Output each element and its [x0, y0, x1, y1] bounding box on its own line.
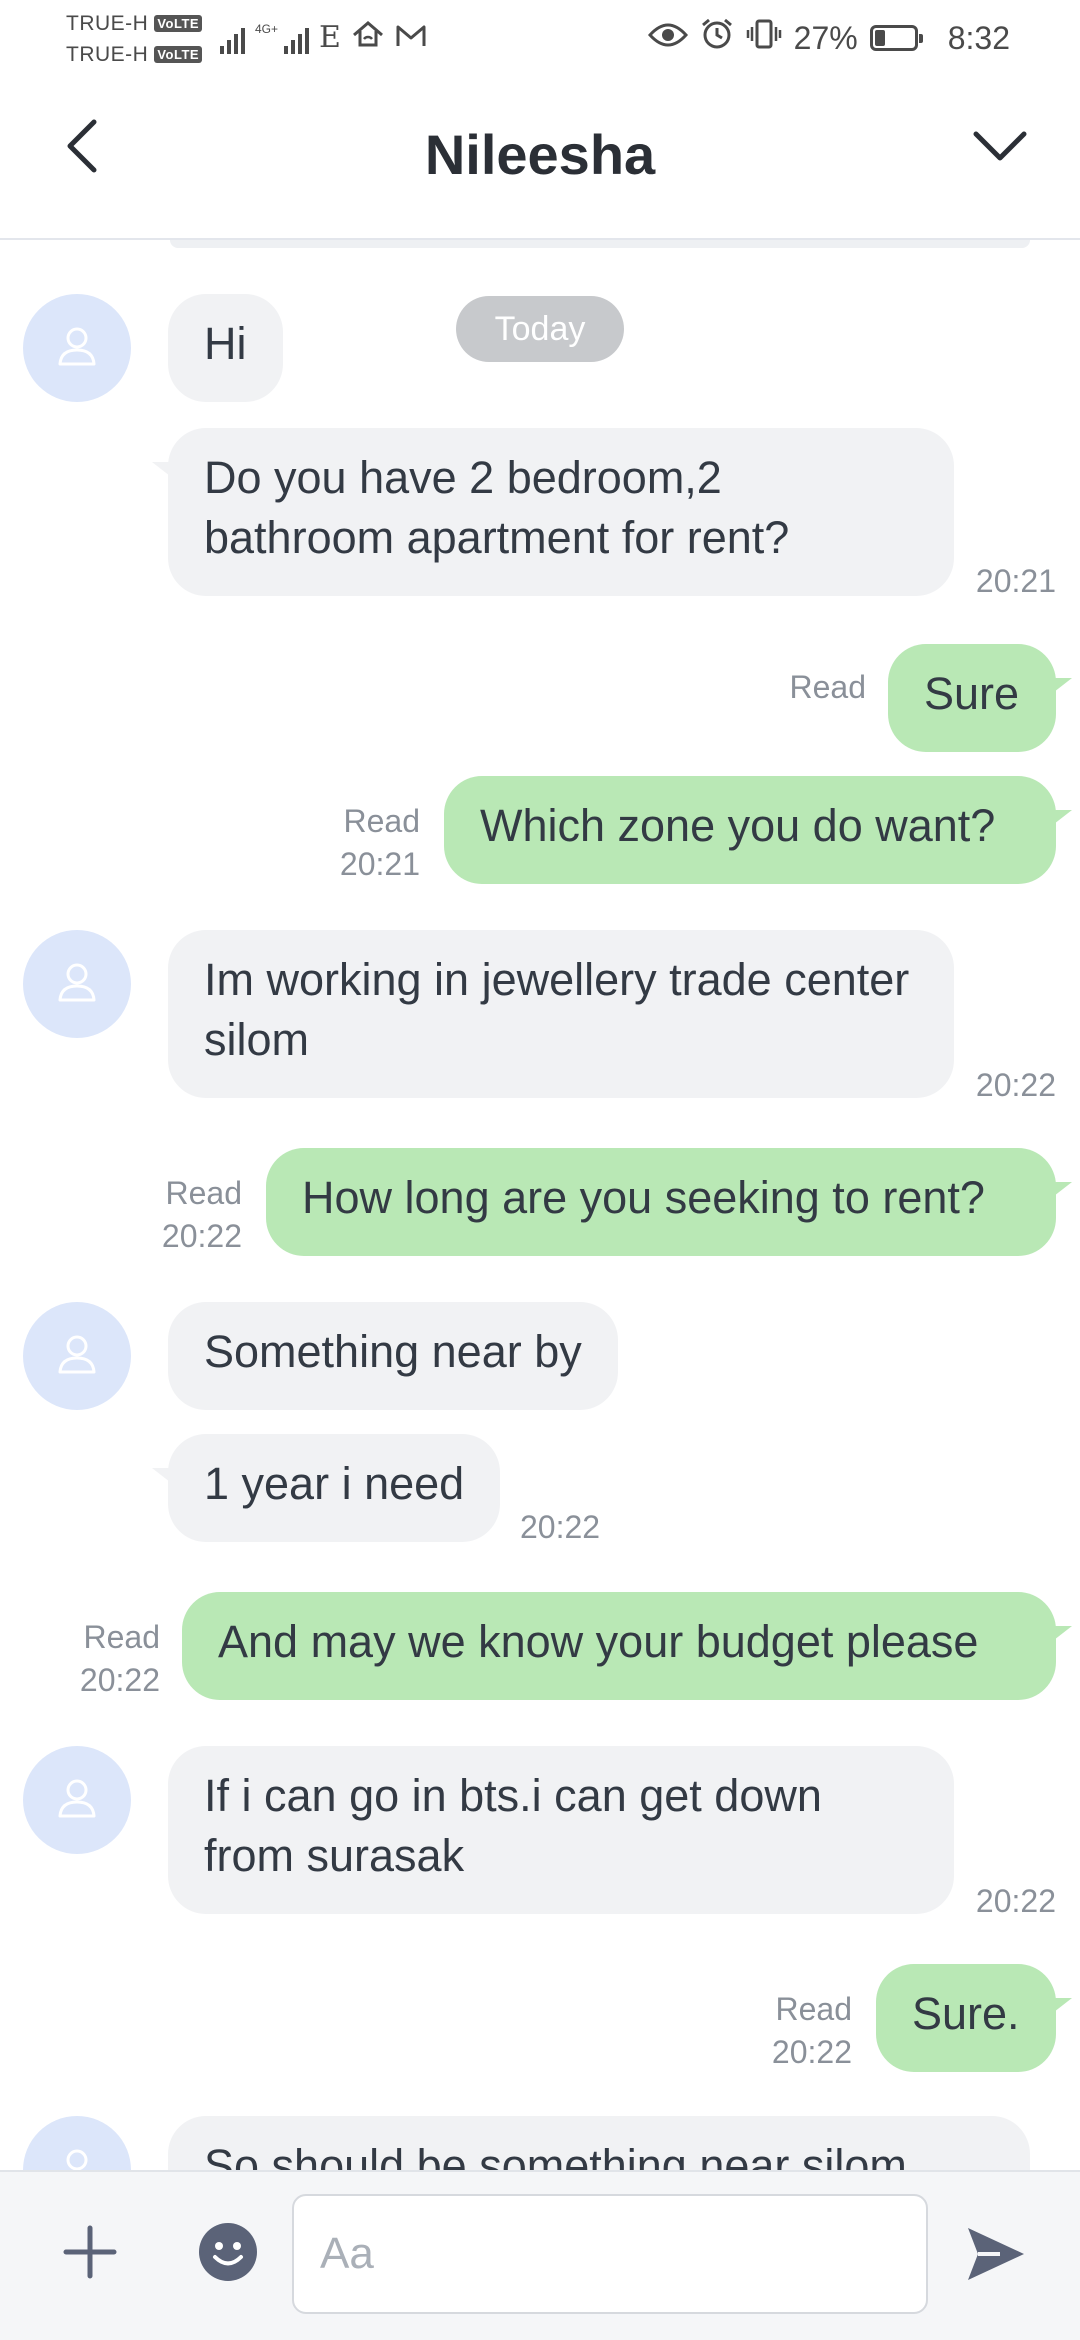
- volte-badge: VoLTE: [154, 15, 203, 32]
- message-bubble[interactable]: If i can go in bts.i can get down from s…: [168, 1746, 954, 1914]
- message-time: 20:22: [161, 1218, 242, 1254]
- read-receipt: Read: [775, 1991, 853, 2027]
- message-bubble[interactable]: Something near by: [168, 1302, 618, 1410]
- message-time: 20:21: [975, 563, 1056, 599]
- clock: 8:32: [947, 19, 1010, 56]
- message-bubble[interactable]: Hi: [168, 294, 283, 402]
- message-composer: [0, 2170, 1080, 2340]
- gmail-icon: [395, 23, 427, 54]
- battery-icon: [869, 25, 923, 51]
- avatar[interactable]: [23, 930, 131, 1038]
- avatar[interactable]: [23, 2116, 131, 2170]
- message-bubble[interactable]: And may we know your budget please: [182, 1592, 1072, 1700]
- carrier-info: TRUE-H VoLTE TRUE-H VoLTE: [66, 8, 203, 70]
- chevron-down-icon: [972, 128, 1028, 169]
- message-time: 20:22: [771, 2034, 852, 2070]
- message-time: 20:22: [520, 1509, 601, 1545]
- read-receipt: Read: [165, 1175, 243, 1211]
- message-input[interactable]: [292, 2194, 928, 2314]
- message-bubble[interactable]: Which zone you do want?: [444, 776, 1072, 884]
- chat-header: Nileesha: [0, 76, 1080, 240]
- message-bubble[interactable]: Im working in jewellery trade center sil…: [168, 930, 954, 1098]
- user-icon: [53, 1774, 101, 1827]
- user-icon: [53, 958, 101, 1011]
- read-receipt: Read: [789, 669, 867, 705]
- network-icons: 4G+ E: [220, 18, 427, 54]
- alarm-icon: [700, 17, 734, 59]
- eye-icon: [647, 20, 688, 57]
- carrier-2: TRUE-H: [66, 43, 149, 66]
- message-bubble[interactable]: How long are you seeking to rent?: [266, 1148, 1072, 1256]
- add-attachment-button[interactable]: [54, 2218, 126, 2290]
- emoji-icon: [198, 2222, 258, 2287]
- message-bubble[interactable]: Do you have 2 bedroom,2 bathroom apartme…: [152, 428, 954, 596]
- message-time: 20:22: [79, 1662, 160, 1698]
- message-bubble[interactable]: Sure.: [876, 1964, 1072, 2072]
- emoji-button[interactable]: [192, 2218, 264, 2290]
- carrier-1: TRUE-H: [66, 12, 149, 35]
- user-icon: [53, 322, 101, 375]
- message-bubble[interactable]: So should be something near silom: [168, 2116, 1030, 2170]
- message-bubble[interactable]: Sure: [888, 644, 1072, 752]
- message-time: 20:22: [975, 1067, 1056, 1103]
- previous-message-edge: [170, 240, 1030, 248]
- read-receipt: Read: [343, 803, 421, 839]
- message-bubble[interactable]: 1 year i need: [151, 1434, 501, 1542]
- user-icon: [53, 1330, 101, 1383]
- send-icon: [964, 2224, 1028, 2289]
- contact-name[interactable]: Nileesha: [0, 122, 1080, 187]
- signal-icon: [284, 24, 310, 54]
- volte-badge: VoLTE: [154, 46, 203, 63]
- status-bar: TRUE-H VoLTE TRUE-H VoLTE 4G+ E 27% 8:32: [0, 0, 1080, 76]
- day-separator: Today: [456, 296, 624, 362]
- avatar[interactable]: [23, 294, 131, 402]
- expand-menu-button[interactable]: [968, 116, 1032, 180]
- message-time: 20:22: [975, 1883, 1056, 1919]
- battery-percent: 27%: [793, 19, 858, 56]
- avatar[interactable]: [23, 1746, 131, 1854]
- message-list[interactable]: Today Hi Do you have 2 bedroom,2 bathroo…: [0, 240, 1080, 2170]
- message-time: 20:21: [339, 846, 420, 882]
- wifi-call-icon: [351, 19, 385, 54]
- edge-network-label: E: [319, 20, 341, 55]
- signal-icon: [220, 24, 245, 54]
- user-icon: [53, 2144, 101, 2170]
- send-button[interactable]: [956, 2216, 1036, 2296]
- network-type-label: 4G+: [255, 22, 279, 36]
- read-receipt: Read: [83, 1619, 161, 1655]
- plus-icon: [62, 2224, 118, 2285]
- status-right: 27% 8:32: [647, 14, 1010, 62]
- vibrate-icon: [746, 18, 782, 58]
- avatar[interactable]: [23, 1302, 131, 1410]
